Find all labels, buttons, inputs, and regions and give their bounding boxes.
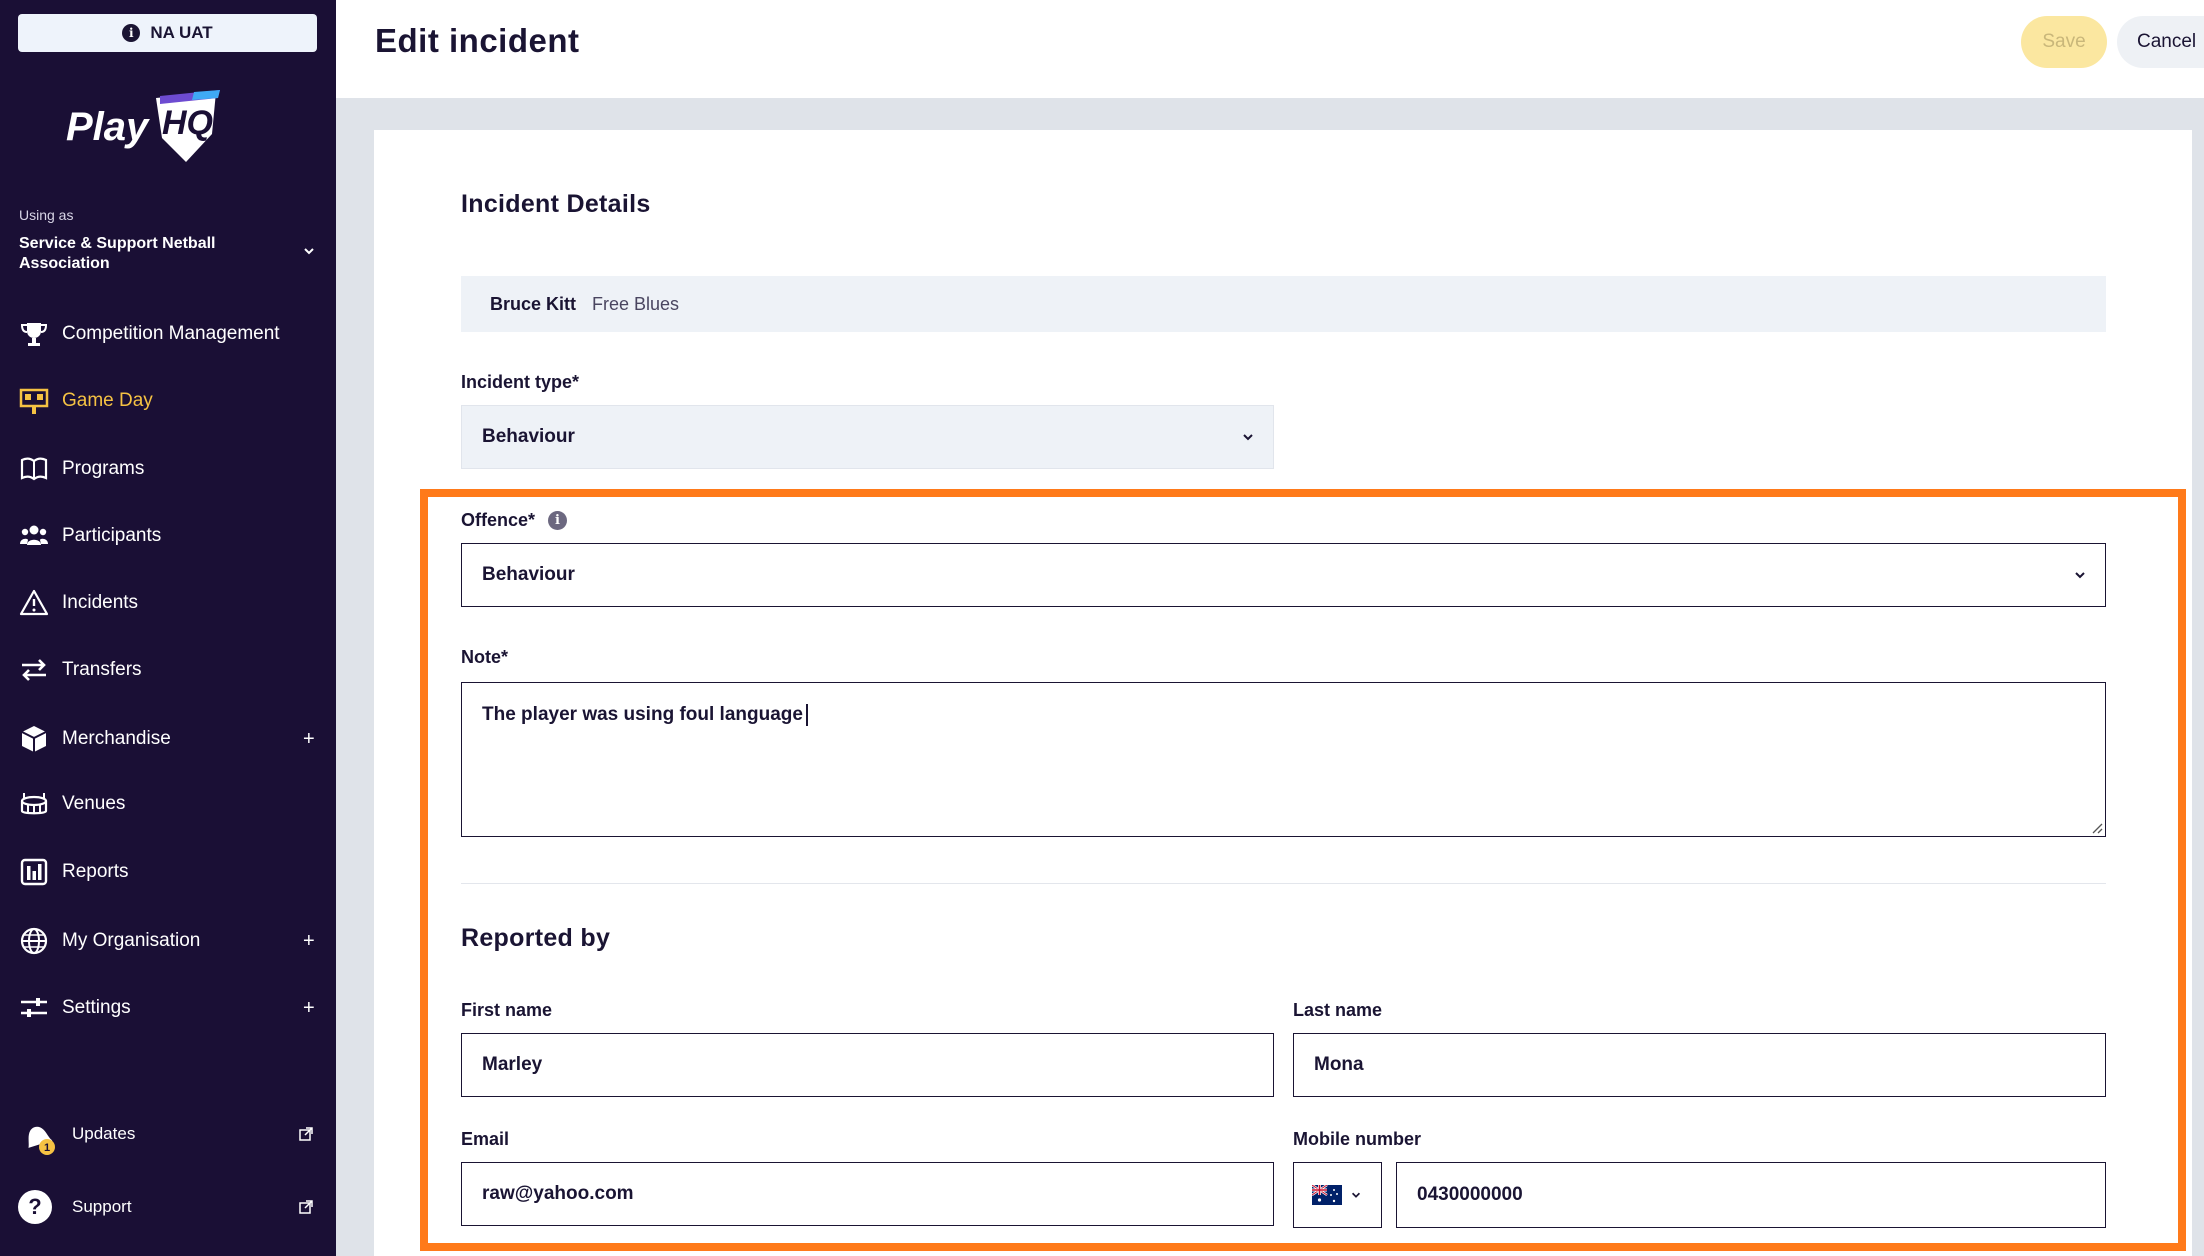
subject-name: Bruce Kitt <box>490 293 577 314</box>
trophy-icon <box>18 318 50 350</box>
nav-item-reports[interactable]: Reports <box>0 847 336 897</box>
bell-icon: 1 <box>18 1117 58 1157</box>
resize-handle-icon[interactable] <box>2089 820 2103 834</box>
nav-label: Programs <box>62 458 145 479</box>
nav-label: Reports <box>62 861 129 882</box>
nav-item-my-organisation[interactable]: My Organisation + <box>0 916 336 966</box>
last-name-input[interactable]: Mona <box>1293 1033 2106 1097</box>
using-as-label: Using as <box>19 207 74 223</box>
support-link[interactable]: ? Support <box>0 1182 336 1232</box>
help-icon: ? <box>18 1190 52 1224</box>
mobile-number-value: 0430000000 <box>1417 1184 1523 1205</box>
incident-type-label: Incident type* <box>461 372 580 392</box>
scoreboard-icon <box>18 385 50 417</box>
nav-label: Game Day <box>62 390 153 411</box>
nav-label: My Organisation <box>62 930 201 951</box>
australia-flag-icon <box>1312 1185 1342 1205</box>
box-icon <box>18 723 50 755</box>
note-textarea[interactable]: The player was using foul language <box>461 682 2106 837</box>
updates-badge: 1 <box>44 1142 50 1154</box>
nav-label: Settings <box>62 997 131 1018</box>
updates-link[interactable]: 1 Updates <box>0 1109 336 1159</box>
external-link-icon <box>299 1127 313 1141</box>
info-icon: i <box>122 24 141 42</box>
nav-label: Participants <box>62 525 162 546</box>
nav-item-game-day[interactable]: Game Day <box>0 376 336 426</box>
organisation-name[interactable]: Service & Support Netball Association <box>19 234 259 274</box>
section-divider <box>461 883 2106 884</box>
email-label: Email <box>461 1129 510 1149</box>
email-value: raw@yahoo.com <box>482 1183 634 1204</box>
first-name-value: Marley <box>482 1054 543 1075</box>
nav-item-competition-management[interactable]: Competition Management <box>0 309 336 359</box>
nav-item-venues[interactable]: Venues <box>0 779 336 829</box>
offence-label: Offence* <box>461 510 536 530</box>
nav-item-settings[interactable]: Settings + <box>0 983 336 1033</box>
nav-label: Venues <box>62 793 126 814</box>
chevron-down-icon <box>2075 572 2085 579</box>
first-name-label: First name <box>461 1000 553 1020</box>
playhq-logo[interactable]: Play HQ <box>64 88 244 168</box>
transfer-icon <box>18 654 50 686</box>
sliders-icon <box>18 992 50 1024</box>
info-icon[interactable]: i <box>548 511 567 530</box>
nav-item-incidents[interactable]: Incidents <box>0 578 336 628</box>
subject-summary: Bruce Kitt Free Blues <box>461 276 2106 332</box>
email-input[interactable]: raw@yahoo.com <box>461 1162 1274 1226</box>
nav-item-merchandise[interactable]: Merchandise + <box>0 714 336 764</box>
offence-select[interactable]: Behaviour <box>461 543 2106 607</box>
chevron-down-icon[interactable] <box>302 244 316 258</box>
incident-type-value: Behaviour <box>482 426 575 447</box>
book-icon <box>18 453 50 485</box>
people-icon <box>18 520 50 552</box>
logo-mark: HQ <box>162 104 213 142</box>
page-title: Edit incident <box>375 22 580 59</box>
warning-icon <box>18 587 50 619</box>
note-value: The player was using foul language <box>482 704 803 726</box>
external-link-icon <box>299 1200 313 1214</box>
updates-label: Updates <box>72 1124 136 1143</box>
environment-badge[interactable]: i NA UAT <box>18 14 317 52</box>
environment-label: NA UAT <box>150 23 213 42</box>
nav-item-transfers[interactable]: Transfers <box>0 645 336 695</box>
chart-icon <box>18 856 50 888</box>
nav-item-programs[interactable]: Programs <box>0 444 336 494</box>
save-button[interactable]: Save <box>2021 16 2107 68</box>
nav-label: Incidents <box>62 592 139 613</box>
country-code-select[interactable] <box>1293 1162 1382 1228</box>
subject-team: Free Blues <box>592 293 680 314</box>
expand-icon[interactable]: + <box>303 997 315 1020</box>
reported-by-title: Reported by <box>461 924 611 952</box>
nav-label: Competition Management <box>62 323 280 344</box>
last-name-label: Last name <box>1293 1000 1383 1020</box>
nav-label: Transfers <box>62 659 142 680</box>
mobile-number-input[interactable]: 0430000000 <box>1396 1162 2106 1228</box>
chevron-down-icon <box>1243 434 1253 441</box>
first-name-input[interactable]: Marley <box>461 1033 1274 1097</box>
logo-text: Play <box>66 105 150 149</box>
chevron-down-icon <box>1351 1192 1361 1198</box>
page-header: Edit incident Save Cancel <box>336 0 2204 98</box>
expand-icon[interactable]: + <box>303 930 315 953</box>
text-caret <box>805 704 808 726</box>
last-name-value: Mona <box>1314 1054 1364 1075</box>
incident-details-title: Incident Details <box>461 190 651 218</box>
cancel-button[interactable]: Cancel <box>2117 16 2204 68</box>
incident-type-select[interactable]: Behaviour <box>461 405 1274 469</box>
support-label: Support <box>72 1197 132 1216</box>
mobile-number-label: Mobile number <box>1293 1129 1422 1149</box>
stadium-icon <box>18 788 50 820</box>
sidebar: i NA UAT Play HQ Using as Service & Supp… <box>0 0 336 1256</box>
globe-icon <box>18 925 50 957</box>
nav-label: Merchandise <box>62 728 171 749</box>
nav-item-participants[interactable]: Participants <box>0 511 336 561</box>
expand-icon[interactable]: + <box>303 728 315 751</box>
note-label: Note* <box>461 647 509 667</box>
offence-value: Behaviour <box>482 564 575 585</box>
